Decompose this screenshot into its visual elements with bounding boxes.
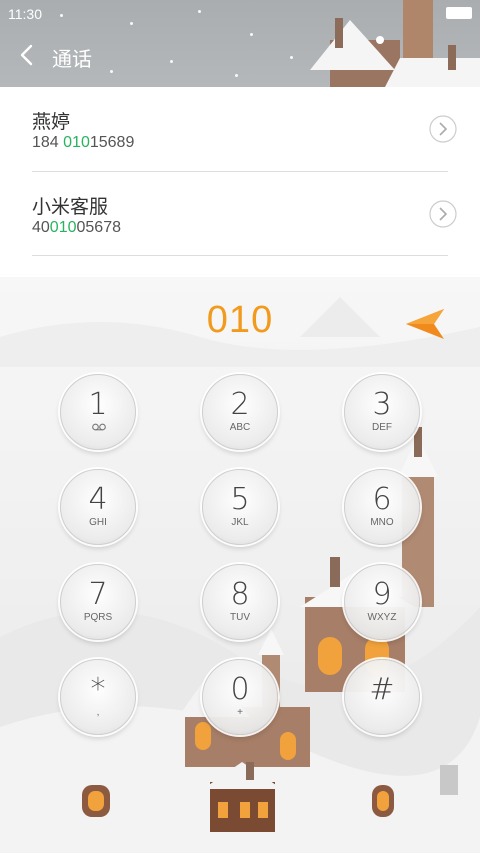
page-title: 通话 bbox=[52, 49, 92, 71]
contact-row[interactable]: 燕婷 184 01015689 bbox=[0, 87, 480, 171]
key-hash[interactable]: # bbox=[344, 659, 420, 735]
voicemail-icon bbox=[92, 423, 106, 431]
contact-number: 4001005678 bbox=[32, 219, 121, 236]
backspace-arrow-icon[interactable] bbox=[404, 307, 446, 341]
battery-icon bbox=[446, 7, 472, 19]
contact-name: 燕婷 bbox=[32, 112, 71, 133]
contact-results-list: 燕婷 184 01015689 小米客服 4001005678 bbox=[0, 87, 480, 277]
chevron-right-icon[interactable] bbox=[429, 200, 457, 228]
key-9[interactable]: 9 WXYZ bbox=[344, 564, 420, 640]
key-4[interactable]: 4 GHI bbox=[60, 469, 136, 545]
contact-name: 小米客服 bbox=[32, 197, 109, 218]
key-1[interactable]: 1 bbox=[60, 374, 136, 450]
status-time: 11:30 bbox=[8, 6, 42, 22]
key-7[interactable]: 7 PQRS bbox=[60, 564, 136, 640]
key-6[interactable]: 6 MNO bbox=[344, 469, 420, 545]
chevron-right-icon[interactable] bbox=[429, 115, 457, 143]
contact-row[interactable]: 小米客服 4001005678 bbox=[0, 172, 480, 256]
divider bbox=[32, 255, 448, 256]
key-8[interactable]: 8 TUV bbox=[202, 564, 278, 640]
chevron-left-icon[interactable] bbox=[16, 43, 38, 67]
key-0[interactable]: 0 + bbox=[202, 659, 278, 735]
number-match-highlight: 010 bbox=[49, 219, 77, 236]
key-2[interactable]: 2 ABC bbox=[202, 374, 278, 450]
key-5[interactable]: 5 JKL bbox=[202, 469, 278, 545]
dialer-panel: 010 1 2 ABC 3 DEF 4 GHI 5 JKL 6 MNO 7 PQ… bbox=[0, 277, 480, 853]
key-3[interactable]: 3 DEF bbox=[344, 374, 420, 450]
contact-number: 184 01015689 bbox=[32, 134, 135, 151]
header-bar: 11:30 通话 bbox=[0, 0, 480, 87]
key-star[interactable]: * , bbox=[60, 659, 136, 735]
number-match-highlight: 010 bbox=[63, 134, 90, 151]
